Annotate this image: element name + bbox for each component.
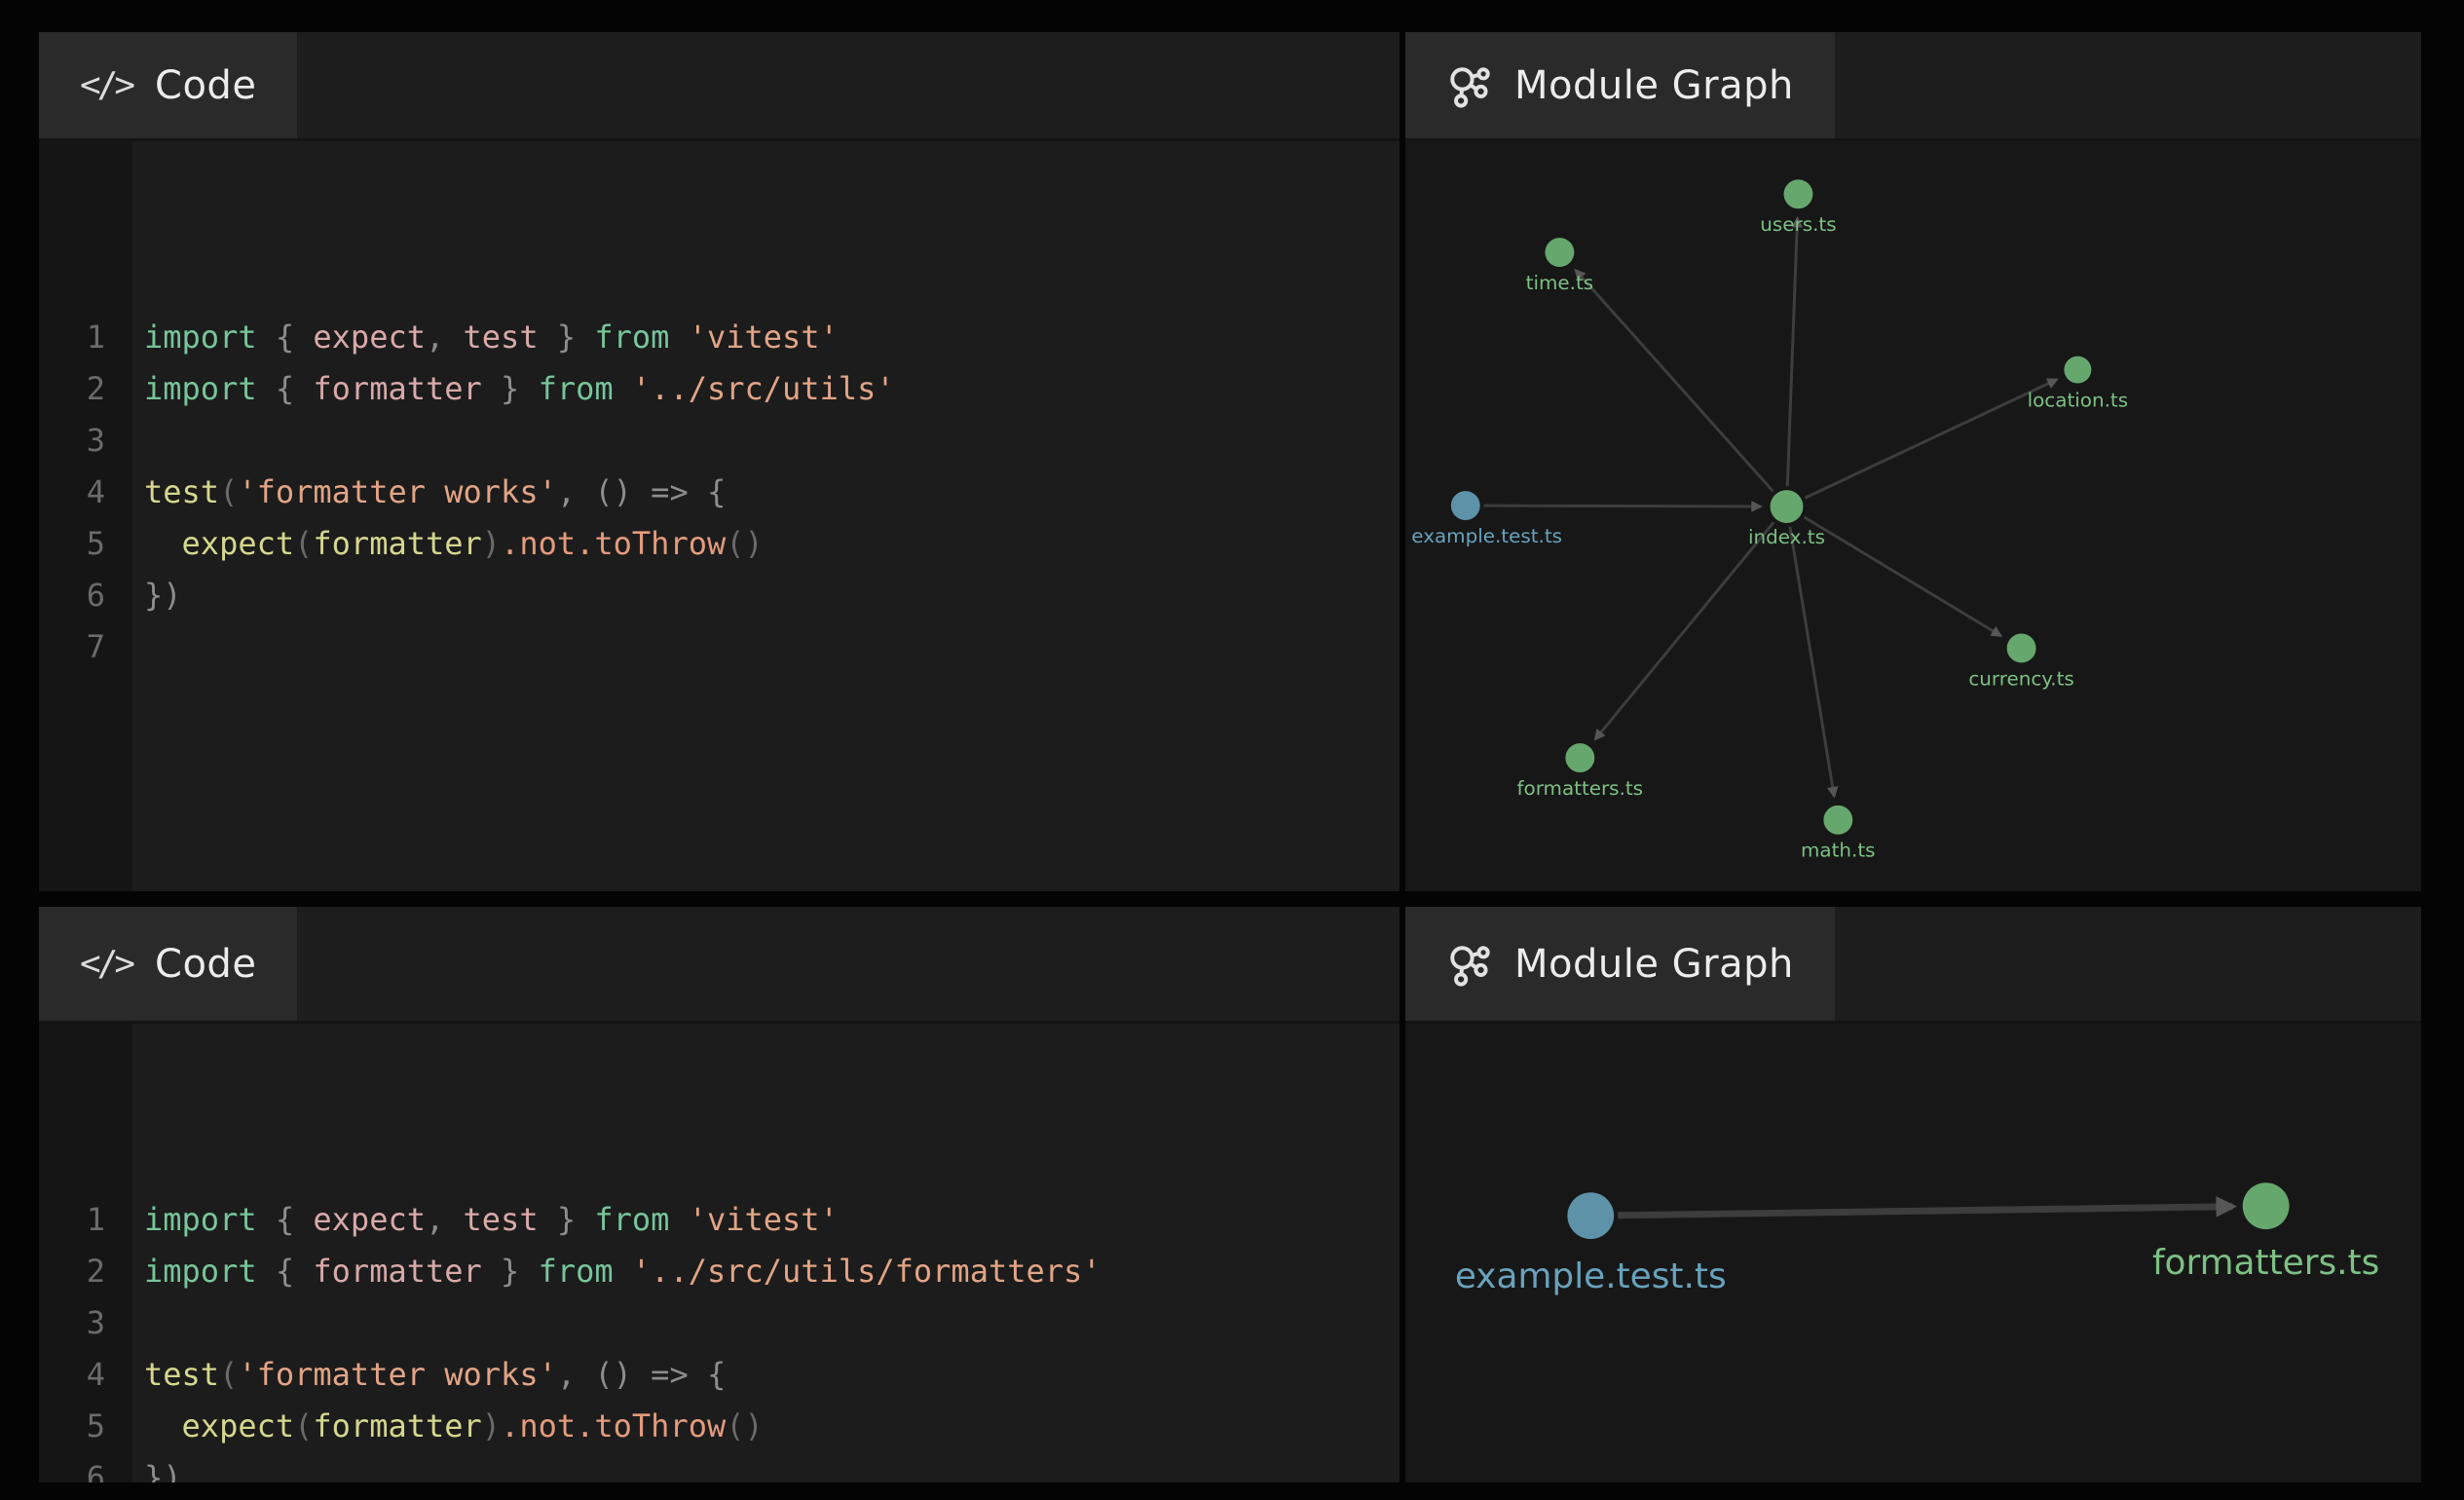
tab-module-graph[interactable]: Module Graph <box>1405 907 1835 1021</box>
graph-edge <box>1787 218 1797 486</box>
tab-label: Code <box>155 942 256 987</box>
code-line-content <box>132 415 144 467</box>
graph-node-location.ts[interactable] <box>2064 356 2091 384</box>
graph-node-label: location.ts <box>2028 389 2129 411</box>
code-line-content <box>132 1297 144 1349</box>
graph-node-formatters.ts[interactable] <box>1565 743 1594 772</box>
graph-node-time.ts[interactable] <box>1545 238 1574 267</box>
graph-node-users.ts[interactable] <box>1784 179 1813 208</box>
graph-node-label: currency.ts <box>1968 667 2073 690</box>
tab-code[interactable]: </> Code <box>39 32 297 138</box>
code-line-content: test('formatter works', () => { <box>132 1349 726 1401</box>
line-number: 5 <box>39 518 132 570</box>
graph-node-example.test.ts[interactable] <box>1567 1192 1614 1239</box>
code-line: 2import { formatter } from '../src/utils… <box>39 1246 1400 1297</box>
code-line: 6}) <box>39 570 1400 621</box>
line-number: 3 <box>39 1297 132 1349</box>
code-panel-bottom: </> Code 1import { expect, test } from '… <box>39 907 1400 1482</box>
module-graph-canvas[interactable]: example.test.ts formatters.ts <box>1405 1024 2421 1482</box>
code-line-content: import { formatter } from '../src/utils' <box>132 363 895 415</box>
code-line: 2import { formatter } from '../src/utils… <box>39 363 1400 415</box>
graph_top-svg: users.ts time.ts location.ts example.test.t… <box>1405 141 2421 891</box>
code-line-content: expect(formatter).not.toThrow() <box>132 518 764 570</box>
code-editor[interactable]: 1import { expect, test } from 'vitest'2i… <box>39 1024 1400 1482</box>
tab-label: Code <box>155 63 256 108</box>
page-root: </> Code 1import { expect, test } from '… <box>39 32 2421 1482</box>
code-icon: </> <box>80 944 131 984</box>
line-number: 2 <box>39 1246 132 1297</box>
graph-edge <box>1805 380 2056 498</box>
module-graph-canvas[interactable]: users.ts time.ts location.ts example.test.t… <box>1405 141 2421 891</box>
tab-label: Module Graph <box>1514 63 1794 108</box>
code-line: 5 expect(formatter).not.toThrow() <box>39 518 1400 570</box>
module-graph-panel-bottom: Module Graph example.test.ts formatters.t… <box>1405 907 2421 1482</box>
line-number: 7 <box>39 621 132 673</box>
graph-node-math.ts[interactable] <box>1823 806 1852 835</box>
code-panel-top: </> Code 1import { expect, test } from '… <box>39 32 1400 891</box>
graph-node-label: math.ts <box>1801 840 1876 862</box>
line-number: 4 <box>39 467 132 518</box>
graph-node-formatters.ts[interactable] <box>2243 1182 2290 1229</box>
panel-header: Module Graph <box>1405 907 2421 1024</box>
module-graph-icon <box>1446 942 1491 987</box>
line-number: 6 <box>39 1452 132 1482</box>
code-line-content: test('formatter works', () => { <box>132 467 726 518</box>
graph-edge <box>1804 517 2000 636</box>
panel-header: </> Code <box>39 907 1400 1024</box>
graph-node-currency.ts[interactable] <box>2007 634 2036 663</box>
code-line: 5 expect(formatter).not.toThrow() <box>39 1401 1400 1452</box>
code-line: 3 <box>39 415 1400 467</box>
graph-edge <box>1576 271 1773 492</box>
code-icon: </> <box>80 65 131 105</box>
module-graph-panel-top: Module Graph users.ts time.ts location.ts e… <box>1405 32 2421 891</box>
graph-node-label: users.ts <box>1760 213 1836 236</box>
graph-edge <box>1618 1207 2233 1216</box>
code-line-content: expect(formatter).not.toThrow() <box>132 1401 764 1452</box>
graph-edge <box>1790 527 1834 797</box>
graph-node-label: index.ts <box>1748 526 1825 548</box>
panel-header: </> Code <box>39 32 1400 141</box>
line-number: 6 <box>39 570 132 621</box>
graph-node-label: time.ts <box>1526 272 1593 294</box>
code-line-content: import { expect, test } from 'vitest' <box>132 312 839 363</box>
code-line: 7 <box>39 621 1400 673</box>
code-editor[interactable]: 1import { expect, test } from 'vitest'2i… <box>39 141 1400 891</box>
graph-node-label: example.test.ts <box>1411 525 1562 547</box>
code-line-content: import { formatter } from '../src/utils/… <box>132 1246 1101 1297</box>
tab-code[interactable]: </> Code <box>39 907 297 1021</box>
graph-node-example.test.ts[interactable] <box>1451 491 1480 520</box>
code-line-content: import { expect, test } from 'vitest' <box>132 1194 839 1246</box>
line-number: 5 <box>39 1401 132 1452</box>
module-graph-icon <box>1446 63 1491 108</box>
code-line: 3 <box>39 1297 1400 1349</box>
tab-module-graph[interactable]: Module Graph <box>1405 32 1835 138</box>
line-number: 2 <box>39 363 132 415</box>
line-number: 1 <box>39 312 132 363</box>
code-line: 4test('formatter works', () => { <box>39 1349 1400 1401</box>
code-line: 4test('formatter works', () => { <box>39 467 1400 518</box>
graph_bottom-svg: example.test.ts formatters.ts <box>1405 1024 2421 1482</box>
line-number: 4 <box>39 1349 132 1401</box>
graph-node-label: formatters.ts <box>1517 777 1644 800</box>
code-line: 1import { expect, test } from 'vitest' <box>39 312 1400 363</box>
graph-node-index.ts[interactable] <box>1771 490 1804 523</box>
graph-node-label: example.test.ts <box>1455 1256 1727 1296</box>
code-line-content: }) <box>132 1452 182 1482</box>
code-line: 1import { expect, test } from 'vitest' <box>39 1194 1400 1246</box>
graph-edge <box>1595 522 1773 739</box>
panel-header: Module Graph <box>1405 32 2421 141</box>
code-line-content <box>132 621 144 673</box>
tab-label: Module Graph <box>1514 942 1794 987</box>
line-number: 1 <box>39 1194 132 1246</box>
graph-node-label: formatters.ts <box>2152 1243 2379 1283</box>
code-line: 6}) <box>39 1452 1400 1482</box>
line-number: 3 <box>39 415 132 467</box>
code-line-content: }) <box>132 570 182 621</box>
